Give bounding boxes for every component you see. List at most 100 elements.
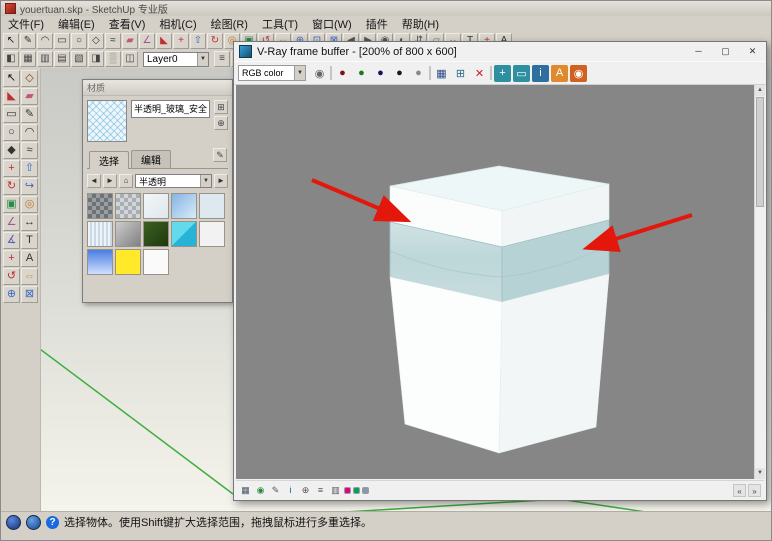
exposure-button[interactable]: ◉: [570, 65, 587, 82]
menu-item[interactable]: 编辑(E): [51, 16, 102, 32]
rotate-tool-icon[interactable]: ↻: [207, 33, 223, 49]
scale-tool-icon[interactable]: ▣: [3, 196, 20, 213]
select-tool-icon[interactable]: ↖: [3, 33, 19, 49]
scroll-up-icon[interactable]: ▲: [755, 85, 765, 96]
chevron-down-icon[interactable]: ▼: [200, 175, 211, 187]
freehand-tool-icon[interactable]: ≈: [105, 33, 121, 49]
mono-channel-button[interactable]: ●: [410, 65, 427, 82]
rectangle-tool-icon[interactable]: ▭: [3, 106, 20, 123]
pan-tool-icon[interactable]: ⇔: [21, 268, 38, 285]
vray-titlebar[interactable]: V-Ray frame buffer - [200% of 800 x 600]…: [234, 42, 766, 61]
material-glass-clear[interactable]: [143, 193, 169, 219]
arc-tool-icon[interactable]: ◠: [21, 124, 38, 141]
settings-icon[interactable]: ≡: [314, 484, 327, 497]
material-name-field[interactable]: 半透明_玻璃_安全: [131, 100, 210, 118]
region-render-button[interactable]: ▭: [513, 65, 530, 82]
material-glass-pale[interactable]: [199, 193, 225, 219]
select-tool-icon[interactable]: ↖: [3, 70, 20, 87]
push-pull-icon[interactable]: ⇧: [21, 160, 38, 177]
separator[interactable]: [330, 66, 332, 80]
save-image-button[interactable]: ▦: [433, 65, 450, 82]
move-tool-icon[interactable]: +: [3, 160, 20, 177]
rectangle-tool-icon[interactable]: ▭: [54, 33, 70, 49]
blue-channel-button[interactable]: ●: [372, 65, 389, 82]
menu-item[interactable]: 工具(T): [255, 16, 305, 32]
collection-dropdown[interactable]: 半透明 ▼: [135, 174, 212, 188]
geolocation-button[interactable]: [6, 515, 21, 530]
shadows-icon[interactable]: ◨: [88, 51, 104, 67]
zoom-tool-icon[interactable]: ⊕: [3, 286, 20, 303]
dimension-tool-icon[interactable]: ↔: [21, 214, 38, 231]
menu-item[interactable]: 查看(V): [102, 16, 153, 32]
color-correction-button[interactable]: A: [551, 65, 568, 82]
material-water[interactable]: [171, 193, 197, 219]
render-view[interactable]: [236, 85, 754, 479]
layers-manager-icon[interactable]: ≡: [214, 51, 230, 67]
layer-dropdown[interactable]: Layer0 ▼: [143, 52, 209, 67]
xray-icon[interactable]: ◫: [122, 51, 138, 67]
material-translucent-light[interactable]: [115, 193, 141, 219]
move-tool-icon[interactable]: +: [173, 33, 189, 49]
eraser-tool-icon[interactable]: ▰: [21, 88, 38, 105]
menu-item[interactable]: 窗口(W): [305, 16, 359, 32]
color-chip-magenta[interactable]: [344, 487, 351, 494]
menu-item[interactable]: 帮助(H): [395, 16, 446, 32]
red-channel-button[interactable]: ●: [334, 65, 351, 82]
vertical-scrollbar[interactable]: ▲ ▼: [754, 85, 765, 479]
chevron-down-icon[interactable]: ▼: [197, 53, 208, 66]
offset-tool-icon[interactable]: ◎: [21, 196, 38, 213]
line-tool-icon[interactable]: ✎: [20, 33, 36, 49]
create-material-icon[interactable]: ⊕: [214, 116, 228, 130]
rgb-preview-icon[interactable]: ◉: [311, 65, 328, 82]
axes-tool-icon[interactable]: +: [3, 250, 20, 267]
credits-button[interactable]: [26, 515, 41, 530]
tab-edit[interactable]: 编辑: [131, 150, 171, 168]
menu-item[interactable]: 相机(C): [152, 16, 203, 32]
arc-tool-icon[interactable]: ◠: [37, 33, 53, 49]
pixel-info-icon[interactable]: i: [284, 484, 297, 497]
materials-panel-title[interactable]: 材质: [83, 80, 232, 96]
material-frosted-glass[interactable]: [143, 249, 169, 275]
color-chip-gray[interactable]: [362, 487, 369, 494]
material-blue-glass[interactable]: [87, 249, 113, 275]
fog-icon[interactable]: ▒: [105, 51, 121, 67]
follow-mouse-button[interactable]: +: [494, 65, 511, 82]
separator[interactable]: [490, 66, 492, 80]
histogram-icon[interactable]: ▥: [329, 484, 342, 497]
tape-measure-icon[interactable]: ∠: [139, 33, 155, 49]
top-view-icon[interactable]: ▦: [20, 51, 36, 67]
forward-button[interactable]: ►: [103, 174, 117, 188]
close-button[interactable]: ✕: [739, 42, 766, 61]
stamp-note-icon[interactable]: ✎: [269, 484, 282, 497]
back-view-icon[interactable]: ▧: [71, 51, 87, 67]
material-smoked-glass[interactable]: [115, 221, 141, 247]
alpha-channel-button[interactable]: ●: [391, 65, 408, 82]
scroll-down-icon[interactable]: ▼: [755, 468, 765, 479]
paint-bucket-icon[interactable]: ◣: [3, 88, 20, 105]
sample-paint-button[interactable]: ✎: [213, 148, 227, 162]
freehand-tool-icon[interactable]: ≈: [21, 142, 38, 159]
circle-tool-icon[interactable]: ○: [3, 124, 20, 141]
eraser-tool-icon[interactable]: ▰: [122, 33, 138, 49]
clear-image-button[interactable]: ✕: [471, 65, 488, 82]
protractor-tool-icon[interactable]: ∡: [3, 232, 20, 249]
paint-bucket-icon[interactable]: ◣: [156, 33, 172, 49]
material-yellow-glass[interactable]: [115, 249, 141, 275]
zoom-extents-icon[interactable]: ⊠: [21, 286, 38, 303]
material-dark-green-glass[interactable]: [143, 221, 169, 247]
scrollbar-thumb[interactable]: [756, 97, 764, 207]
polygon-tool-icon[interactable]: ◇: [88, 33, 104, 49]
right-view-icon[interactable]: ▤: [54, 51, 70, 67]
hscroll-right-button[interactable]: »: [748, 484, 761, 497]
polygon-tool-icon[interactable]: ◆: [3, 142, 20, 159]
push-pull-icon[interactable]: ⇧: [190, 33, 206, 49]
separator[interactable]: [429, 66, 431, 80]
3d-text-icon[interactable]: A: [21, 250, 38, 267]
green-channel-button[interactable]: ●: [353, 65, 370, 82]
menu-item[interactable]: 插件: [359, 16, 395, 32]
hscroll-left-button[interactable]: «: [733, 484, 746, 497]
follow-me-icon[interactable]: ↪: [21, 178, 38, 195]
back-button[interactable]: ◄: [87, 174, 101, 188]
iso-view-icon[interactable]: ◧: [3, 51, 19, 67]
vray-globe-icon[interactable]: ◉: [254, 484, 267, 497]
